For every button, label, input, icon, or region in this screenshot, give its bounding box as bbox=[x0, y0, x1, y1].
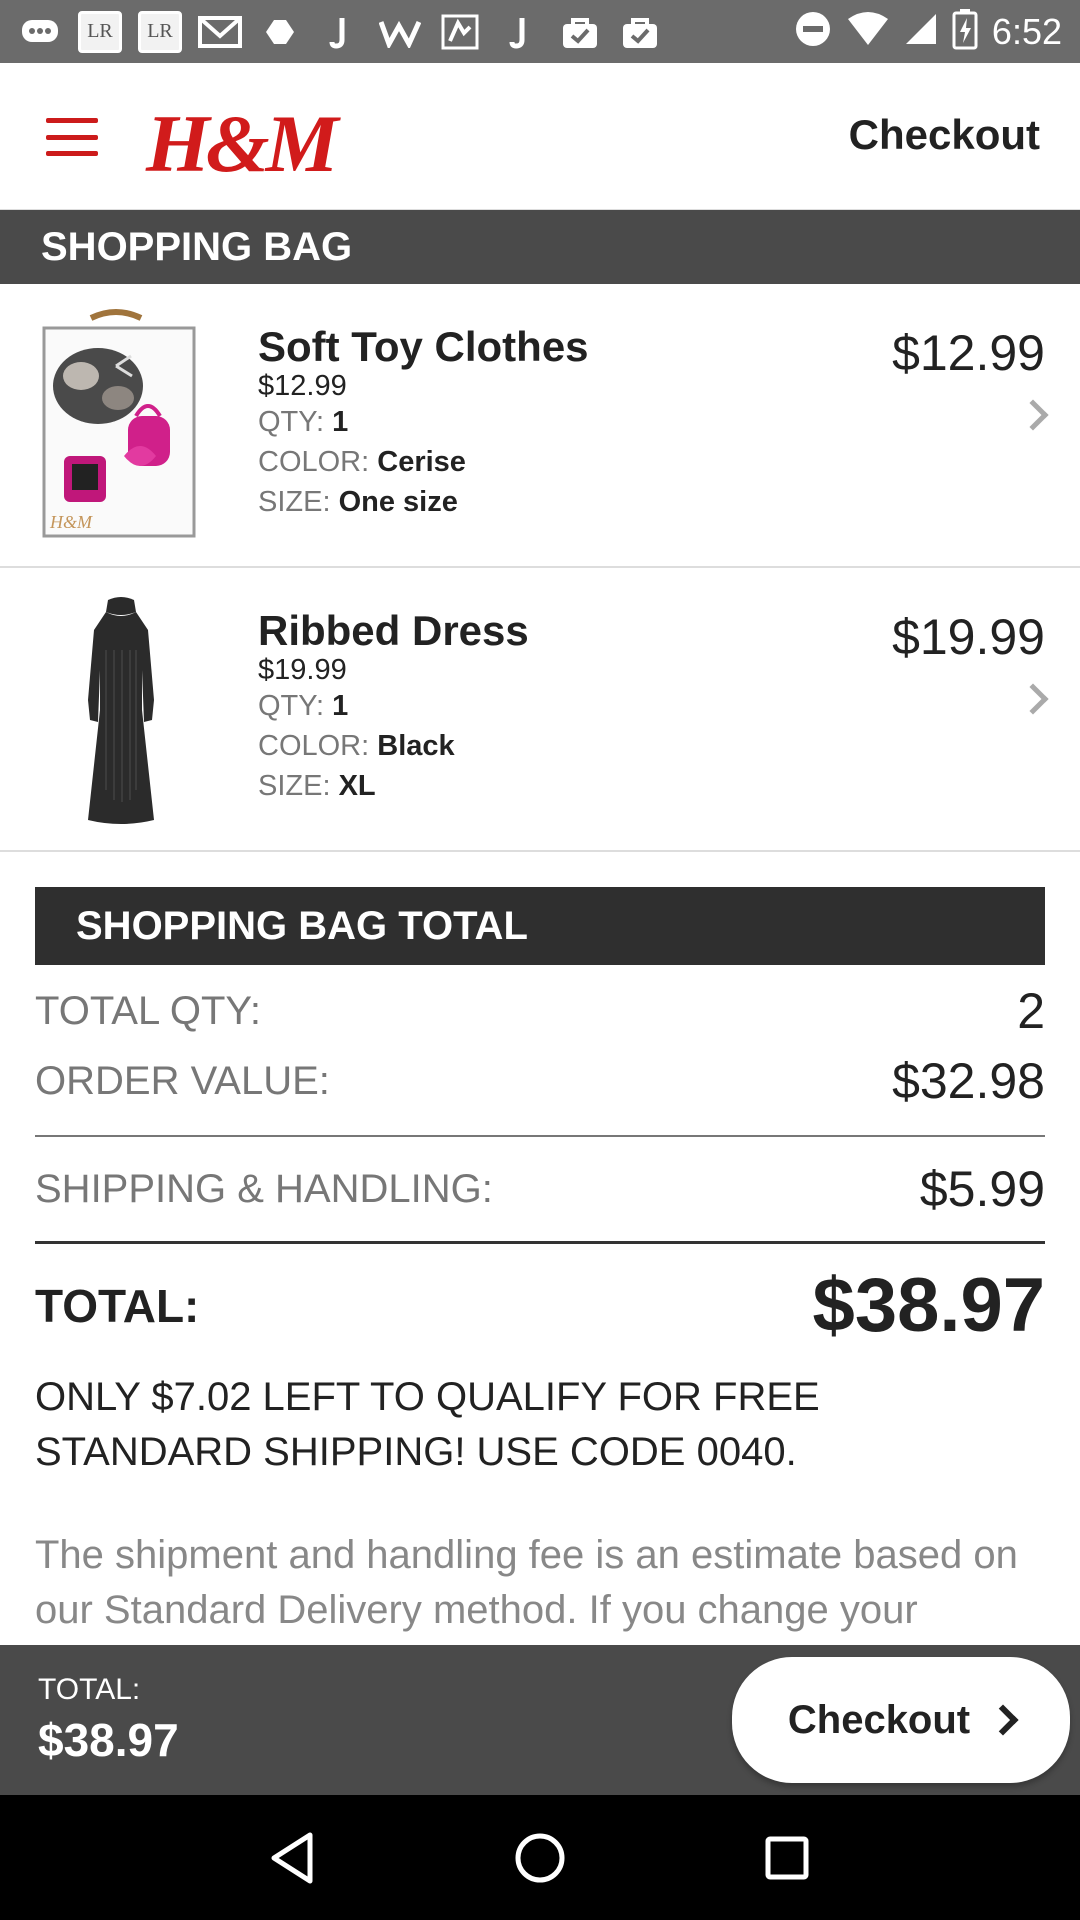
bag-icon bbox=[558, 12, 602, 52]
recents-icon[interactable] bbox=[752, 1823, 822, 1893]
item-qty: QTY: 1 bbox=[258, 402, 589, 442]
product-image bbox=[36, 590, 206, 830]
shopping-bag-header: SHOPPING BAG bbox=[0, 210, 1080, 284]
order-value: $32.98 bbox=[892, 1053, 1045, 1109]
divider bbox=[35, 1241, 1045, 1244]
w-icon bbox=[378, 12, 422, 52]
system-nav-bar bbox=[0, 1795, 1080, 1920]
color-value: Cerise bbox=[377, 446, 466, 478]
status-bar: LR LR 6:52 bbox=[0, 0, 1080, 63]
total-qty-row: TOTAL QTY: 2 bbox=[35, 982, 1045, 1040]
bag-item-soft-toy-clothes[interactable]: H&M Soft Toy Clothes $12.99 QTY: 1 COLOR… bbox=[0, 284, 1080, 568]
menu-icon[interactable] bbox=[46, 118, 98, 156]
item-unit-price: $12.99 bbox=[258, 370, 347, 402]
color-value: Black bbox=[377, 730, 455, 762]
shipping-note: The shipment and handling fee is an esti… bbox=[35, 1533, 1018, 1632]
size-value: XL bbox=[338, 770, 376, 802]
item-unit-price: $19.99 bbox=[258, 654, 347, 686]
shipping-label: SHIPPING & HANDLING: bbox=[35, 1166, 493, 1211]
checkout-button-label: Checkout bbox=[787, 1697, 971, 1742]
total-qty-value: 2 bbox=[1017, 983, 1045, 1039]
lr-icon: LR bbox=[138, 10, 182, 53]
svg-text:H&M: H&M bbox=[49, 512, 93, 532]
shipping-value: $5.99 bbox=[919, 1161, 1045, 1217]
photo-icon bbox=[258, 12, 302, 52]
app-header: H&M Checkout bbox=[0, 63, 1080, 210]
item-name: Ribbed Dress bbox=[258, 607, 529, 654]
system-icons: 6:52 bbox=[794, 8, 1062, 55]
notification-icons: LR LR bbox=[18, 10, 662, 53]
qty-value: 1 bbox=[332, 690, 349, 722]
item-size: SIZE: XL bbox=[258, 766, 529, 806]
product-image: H&M bbox=[36, 306, 206, 546]
size-label: SIZE: bbox=[258, 770, 331, 802]
color-label: COLOR: bbox=[258, 730, 370, 762]
bag-total-header: SHOPPING BAG TOTAL bbox=[35, 887, 1045, 965]
chevron-right-icon[interactable] bbox=[1017, 683, 1049, 715]
color-label: COLOR: bbox=[258, 446, 370, 478]
size-label: SIZE: bbox=[258, 486, 331, 518]
shipping-row: SHIPPING & HANDLING: $5.99 bbox=[35, 1160, 1045, 1218]
size-value: One size bbox=[338, 486, 458, 518]
checkout-bar: TOTAL: $38.97 Checkout bbox=[0, 1645, 1080, 1795]
checkout-total-label: TOTAL: bbox=[38, 1673, 141, 1706]
checkout-button[interactable]: Checkout bbox=[732, 1657, 1070, 1783]
page-title: Checkout bbox=[848, 111, 1040, 158]
item-color: COLOR: Cerise bbox=[258, 442, 589, 482]
item-qty: QTY: 1 bbox=[258, 686, 529, 726]
item-price: $19.99 bbox=[892, 609, 1045, 665]
map-icon bbox=[438, 12, 482, 52]
chevron-right-icon[interactable] bbox=[1017, 399, 1049, 431]
signal-icon bbox=[904, 12, 938, 51]
qty-label: QTY: bbox=[258, 690, 325, 722]
home-icon[interactable] bbox=[505, 1823, 575, 1893]
item-price: $12.99 bbox=[892, 325, 1045, 381]
item-info: Ribbed Dress $19.99 QTY: 1 COLOR: Black … bbox=[258, 608, 529, 806]
item-name: Soft Toy Clothes bbox=[258, 323, 589, 370]
item-color: COLOR: Black bbox=[258, 726, 529, 766]
chat-icon bbox=[18, 12, 62, 52]
divider bbox=[35, 1135, 1045, 1137]
order-value-row: ORDER VALUE: $32.98 bbox=[35, 1052, 1045, 1110]
checkout-total-value: $38.97 bbox=[38, 1714, 179, 1766]
grand-total-value: $38.97 bbox=[812, 1263, 1045, 1348]
free-shipping-promo: ONLY $7.02 LEFT TO QUALIFY FOR FREE STAN… bbox=[35, 1375, 820, 1474]
clock: 6:52 bbox=[991, 10, 1062, 52]
lr-icon: LR bbox=[78, 10, 122, 53]
qty-label: QTY: bbox=[258, 406, 325, 438]
item-info: Soft Toy Clothes $12.99 QTY: 1 COLOR: Ce… bbox=[258, 324, 589, 522]
bag-icon bbox=[618, 12, 662, 52]
item-size: SIZE: One size bbox=[258, 482, 589, 522]
bag-item-ribbed-dress[interactable]: Ribbed Dress $19.99 QTY: 1 COLOR: Black … bbox=[0, 568, 1080, 852]
brand-logo[interactable]: H&M bbox=[146, 97, 338, 191]
wifi-icon bbox=[846, 11, 890, 52]
j-icon bbox=[498, 12, 542, 52]
grand-total-row: TOTAL: $38.97 bbox=[35, 1262, 1045, 1349]
mail-icon bbox=[198, 12, 242, 52]
dnd-icon bbox=[794, 10, 832, 53]
grand-total-label: TOTAL: bbox=[35, 1279, 200, 1332]
battery-icon bbox=[952, 8, 978, 55]
order-value-label: ORDER VALUE: bbox=[35, 1058, 330, 1103]
j-icon bbox=[318, 12, 362, 52]
total-qty-label: TOTAL QTY: bbox=[35, 988, 261, 1033]
qty-value: 1 bbox=[332, 406, 349, 438]
chevron-right-icon bbox=[987, 1704, 1019, 1736]
back-icon[interactable] bbox=[258, 1823, 328, 1893]
